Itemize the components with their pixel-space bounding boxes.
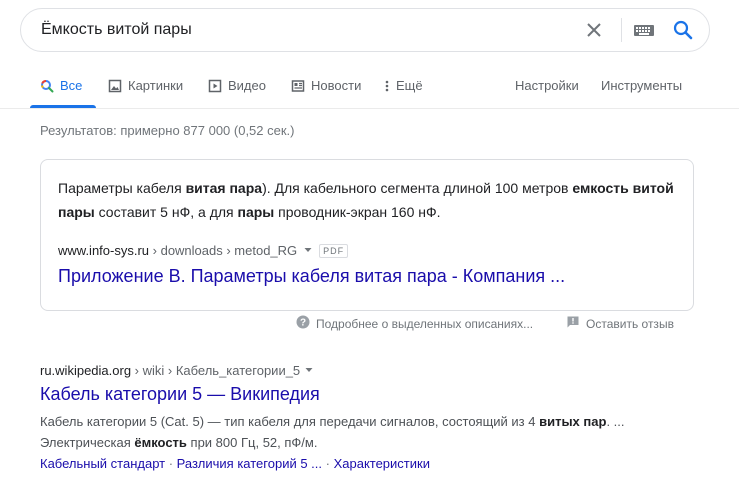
settings-link[interactable]: Настройки bbox=[515, 74, 579, 108]
result-sitelinks: Кабельный стандарт · Различия категорий … bbox=[40, 456, 430, 471]
help-icon: ? bbox=[296, 315, 310, 332]
svg-text:?: ? bbox=[300, 318, 306, 329]
tab-all[interactable]: Все bbox=[40, 74, 82, 108]
sitelink-category-differences[interactable]: Различия категорий 5 ... bbox=[177, 456, 322, 471]
featured-snippet-text: Параметры кабеля витая пара). Для кабель… bbox=[58, 180, 674, 220]
tabs-divider bbox=[0, 108, 739, 109]
result-stats: Результатов: примерно 877 000 (0,52 сек.… bbox=[40, 123, 295, 138]
search-divider bbox=[621, 18, 622, 42]
featured-snippet-title[interactable]: Приложение В. Параметры кабеля витая пар… bbox=[58, 266, 565, 287]
clear-icon[interactable] bbox=[583, 19, 605, 41]
video-icon bbox=[208, 79, 222, 96]
about-featured-snippets[interactable]: ? Подробнее о выделенных описаниях... bbox=[296, 315, 533, 332]
chevron-down-icon[interactable] bbox=[303, 243, 313, 258]
chevron-down-icon[interactable] bbox=[304, 363, 314, 378]
result-snippet: Кабель категории 5 (Cat. 5) — тип кабеля… bbox=[40, 414, 625, 450]
featured-snippet: Параметры кабеля витая пара). Для кабель… bbox=[40, 159, 694, 311]
tab-news[interactable]: Новости bbox=[291, 74, 361, 108]
tools-link[interactable]: Инструменты bbox=[601, 74, 682, 108]
pdf-badge: PDF bbox=[319, 243, 349, 258]
tab-video[interactable]: Видео bbox=[208, 74, 266, 108]
news-icon bbox=[291, 79, 305, 96]
search-icon bbox=[40, 79, 54, 96]
feedback-link[interactable]: Оставить отзыв bbox=[566, 315, 674, 332]
search-tabs: Все Картинки Видео Новости Ещё Настройки… bbox=[0, 74, 739, 108]
sitelink-cable-standard[interactable]: Кабельный стандарт bbox=[40, 456, 165, 471]
search-icon[interactable] bbox=[671, 18, 695, 42]
result-url[interactable]: ru.wikipedia.org › wiki › Кабель_категор… bbox=[40, 360, 700, 380]
image-icon bbox=[108, 79, 122, 96]
tab-images[interactable]: Картинки bbox=[108, 74, 183, 108]
feedback-icon bbox=[566, 315, 580, 332]
search-input[interactable] bbox=[41, 9, 561, 51]
featured-snippet-url[interactable]: www.info-sys.ru › downloads › metod_RG P… bbox=[58, 243, 349, 258]
keyboard-icon[interactable] bbox=[633, 20, 655, 40]
tab-more[interactable]: Ещё bbox=[384, 74, 423, 108]
search-result: ru.wikipedia.org › wiki › Кабель_категор… bbox=[40, 360, 700, 472]
search-box bbox=[20, 8, 710, 52]
more-vert-icon bbox=[384, 79, 390, 96]
result-title[interactable]: Кабель категории 5 — Википедия bbox=[40, 384, 700, 405]
sitelink-characteristics[interactable]: Характеристики bbox=[334, 456, 430, 471]
